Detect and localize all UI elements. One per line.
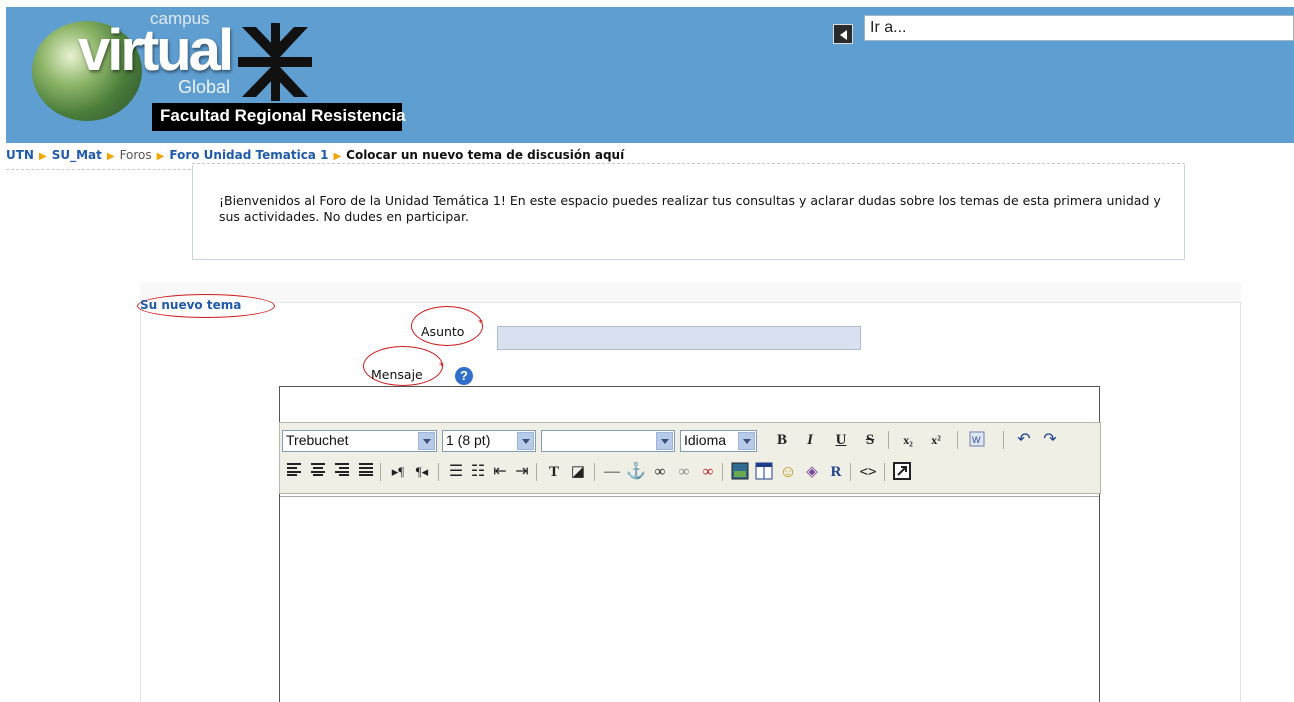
form-top-band: [140, 282, 1241, 302]
bold-icon[interactable]: B: [772, 430, 792, 450]
breadcrumb-current: Colocar un nuevo tema de discusión aquí: [346, 148, 625, 162]
text-color-icon[interactable]: T: [544, 462, 564, 482]
unordered-list-icon[interactable]: ☷: [468, 462, 488, 482]
message-label: Mensaje: [371, 367, 423, 382]
horizontal-rule-icon[interactable]: —: [602, 462, 622, 482]
strikethrough-icon[interactable]: S: [860, 430, 880, 450]
chevron-down-icon: [656, 432, 673, 450]
unlink-icon[interactable]: ∞: [674, 462, 694, 482]
outdent-icon[interactable]: ⇤: [490, 462, 510, 482]
align-left-icon[interactable]: [284, 462, 304, 482]
required-asterisk-icon: *: [478, 318, 483, 329]
goto-select[interactable]: Ir a...: [864, 15, 1294, 41]
paragraph-style-select[interactable]: [541, 430, 675, 452]
redo-icon[interactable]: ↷: [1040, 430, 1060, 450]
fullscreen-icon[interactable]: [892, 462, 912, 482]
chevron-down-icon: [738, 432, 755, 450]
font-family-select[interactable]: Trebuchet: [282, 430, 437, 452]
breadcrumb-forums[interactable]: Foros: [120, 148, 152, 162]
page: campus virtual Global Facultad Regional …: [0, 0, 1294, 702]
breadcrumb-utn[interactable]: UTN: [6, 148, 34, 162]
font-size-select[interactable]: 1 (8 pt): [442, 430, 536, 452]
goto-back-button[interactable]: [833, 24, 853, 44]
justify-icon[interactable]: [356, 462, 376, 482]
subscript-icon[interactable]: x₂: [898, 430, 918, 450]
language-value: Idioma: [684, 432, 727, 448]
font-family-value: Trebuchet: [286, 432, 349, 448]
rtl-icon[interactable]: ¶◂: [412, 462, 432, 482]
indent-icon[interactable]: ⇥: [512, 462, 532, 482]
breadcrumb-divider: [6, 169, 191, 170]
toolbar-separator: [438, 463, 439, 481]
image-icon[interactable]: [730, 462, 750, 482]
toolbar-separator: [722, 463, 723, 481]
html-source-icon[interactable]: <>: [858, 462, 878, 482]
table-icon[interactable]: [754, 462, 774, 482]
anchor-icon[interactable]: ⚓: [626, 462, 646, 482]
toolbar-separator: [957, 431, 958, 449]
subject-input[interactable]: [497, 326, 861, 350]
search-replace-icon[interactable]: R: [826, 462, 846, 482]
special-char-icon[interactable]: ◈: [802, 462, 822, 482]
toolbar-separator: [536, 463, 537, 481]
subject-label: Asunto: [421, 324, 465, 339]
message-editor-area[interactable]: [280, 496, 1099, 702]
forum-intro-box: ¡Bienvenidos al Foro de la Unidad Temáti…: [192, 165, 1185, 260]
nolink-icon[interactable]: ∞: [698, 462, 718, 482]
align-right-icon[interactable]: [332, 462, 352, 482]
logo-global-text: Global: [178, 77, 231, 97]
align-center-icon[interactable]: [308, 462, 328, 482]
breadcrumb-separator-icon: ▶: [38, 151, 47, 162]
toolbar-separator: [884, 463, 885, 481]
toolbar-separator: [850, 463, 851, 481]
breadcrumb-separator-icon: ▶: [106, 151, 115, 162]
background-color-icon[interactable]: ◪: [568, 462, 588, 482]
superscript-icon[interactable]: x²: [926, 430, 946, 450]
undo-icon[interactable]: ↶: [1014, 430, 1034, 450]
breadcrumb-course[interactable]: SU_Mat: [52, 148, 102, 162]
chevron-down-icon: [517, 432, 534, 450]
link-icon[interactable]: ∞: [650, 462, 670, 482]
forum-intro-text: ¡Bienvenidos al Foro de la Unidad Temáti…: [219, 193, 1161, 224]
required-asterisk-icon: *: [439, 361, 444, 372]
toolbar-separator: [594, 463, 595, 481]
campus-virtual-logo[interactable]: campus virtual Global Facultad Regional …: [18, 7, 406, 135]
toolbar-separator: [1003, 431, 1004, 449]
smiley-icon[interactable]: ☺: [778, 462, 798, 482]
svg-text:W: W: [972, 435, 981, 445]
font-size-value: 1 (8 pt): [446, 432, 491, 448]
language-select[interactable]: Idioma: [680, 430, 757, 452]
intro-divider: [192, 163, 1185, 164]
ordered-list-icon[interactable]: ☰: [446, 462, 466, 482]
italic-icon[interactable]: I: [800, 430, 820, 450]
breadcrumb-separator-icon: ▶: [333, 151, 342, 162]
utn-emblem-icon: [238, 23, 312, 101]
new-topic-legend: Su nuevo tema: [137, 294, 275, 318]
paste-word-icon[interactable]: W: [967, 430, 987, 450]
underline-icon[interactable]: U: [831, 430, 851, 450]
toolbar-separator: [380, 463, 381, 481]
breadcrumb: UTN ▶ SU_Mat ▶ Foros ▶ Foro Unidad Tematica 1 ▶…: [6, 148, 624, 162]
chevron-down-icon: [418, 432, 435, 450]
toolbar-separator: [888, 431, 889, 449]
help-icon[interactable]: ?: [455, 367, 473, 385]
faculty-banner: Facultad Regional Resistencia: [152, 103, 406, 131]
ltr-icon[interactable]: ▸¶: [388, 462, 408, 482]
logo-virtual-text: virtual: [78, 18, 234, 83]
breadcrumb-forum[interactable]: Foro Unidad Tematica 1: [169, 148, 328, 162]
breadcrumb-separator-icon: ▶: [156, 151, 165, 162]
